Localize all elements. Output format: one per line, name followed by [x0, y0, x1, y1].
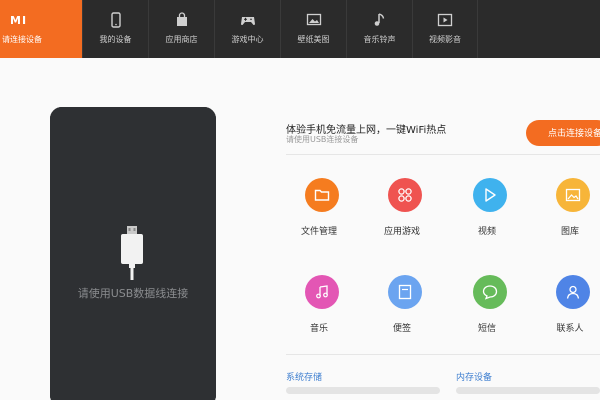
- nav-wallpaper[interactable]: 壁纸美图: [280, 0, 346, 58]
- nav-video-label: 视频影音: [429, 35, 461, 44]
- nav-video[interactable]: 视频影音: [412, 0, 478, 58]
- top-nav-bar: MI 请连接设备 我的设备 应用商店 游戏中心 壁纸美图 音乐铃声 视频影音: [0, 0, 600, 58]
- nav-game-center-label: 游戏中心: [231, 35, 264, 44]
- app-contacts[interactable]: 联系人: [540, 275, 600, 345]
- internal-storage-label: 内存设备: [456, 373, 493, 383]
- app-circle: [473, 178, 507, 212]
- app-label: 视频: [477, 227, 496, 237]
- app-circle: [388, 178, 422, 212]
- video-icon: [437, 12, 453, 28]
- app-label: 应用游戏: [383, 227, 420, 237]
- app-circle: [556, 178, 590, 212]
- device-connect-label: 请连接设备: [2, 35, 42, 44]
- app-video[interactable]: 视频: [457, 178, 517, 248]
- nav-wallpaper-label: 壁纸美图: [297, 35, 330, 44]
- shopping-bag-icon: [174, 12, 190, 28]
- divider: [286, 154, 600, 155]
- folder-icon: [314, 189, 330, 201]
- app-messages[interactable]: 短信: [457, 275, 517, 345]
- app-notes[interactable]: 便签: [372, 275, 432, 345]
- app-file-manager[interactable]: 文件管理: [289, 178, 349, 248]
- music-note-icon: [372, 12, 388, 28]
- nav-app-store-label: 应用商店: [165, 35, 198, 44]
- app-label: 图库: [560, 227, 579, 237]
- connect-device-button[interactable]: 点击连接设备: [526, 120, 600, 146]
- nav-music-ringtone[interactable]: 音乐铃声: [346, 0, 412, 58]
- promo-subtitle: 请使用USB连接设备: [286, 135, 359, 144]
- app-circle: [473, 275, 507, 309]
- nav-app-store[interactable]: 应用商店: [148, 0, 214, 58]
- nav-my-device-label: 我的设备: [99, 35, 132, 44]
- app-label: 音乐: [309, 324, 328, 334]
- app-music[interactable]: 音乐: [289, 275, 349, 345]
- device-connect-tab[interactable]: MI 请连接设备: [0, 0, 82, 58]
- nav-my-device[interactable]: 我的设备: [82, 0, 148, 58]
- app-circle: [556, 275, 590, 309]
- usb-connect-message: 请使用USB数据线连接: [77, 287, 189, 300]
- contact-icon: [566, 285, 580, 299]
- music-icon: [316, 285, 328, 299]
- system-storage-label: 系统存储: [286, 373, 323, 383]
- app-games[interactable]: 应用游戏: [372, 178, 432, 248]
- app-circle: [388, 275, 422, 309]
- app-circle: [305, 275, 339, 309]
- image-icon: [565, 188, 581, 202]
- system-storage-bar: [286, 387, 440, 394]
- app-label: 便签: [392, 324, 411, 334]
- picture-icon: [306, 12, 322, 28]
- divider: [286, 354, 600, 355]
- usb-cable-icon: [121, 226, 143, 280]
- gamepad-icon: [240, 12, 256, 28]
- nav-music-ringtone-label: 音乐铃声: [363, 35, 396, 44]
- app-label: 文件管理: [300, 227, 337, 237]
- app-circle: [305, 178, 339, 212]
- play-icon: [485, 188, 496, 202]
- mi-logo: MI: [10, 14, 28, 27]
- apps-grid-icon: [398, 188, 412, 202]
- app-gallery[interactable]: 图库: [540, 178, 600, 248]
- app-label: 联系人: [556, 324, 584, 334]
- app-label: 短信: [477, 324, 496, 334]
- message-icon: [482, 285, 498, 300]
- note-icon: [398, 284, 412, 300]
- internal-storage-bar: [456, 387, 600, 394]
- phone-icon: [108, 12, 124, 28]
- nav-game-center[interactable]: 游戏中心: [214, 0, 280, 58]
